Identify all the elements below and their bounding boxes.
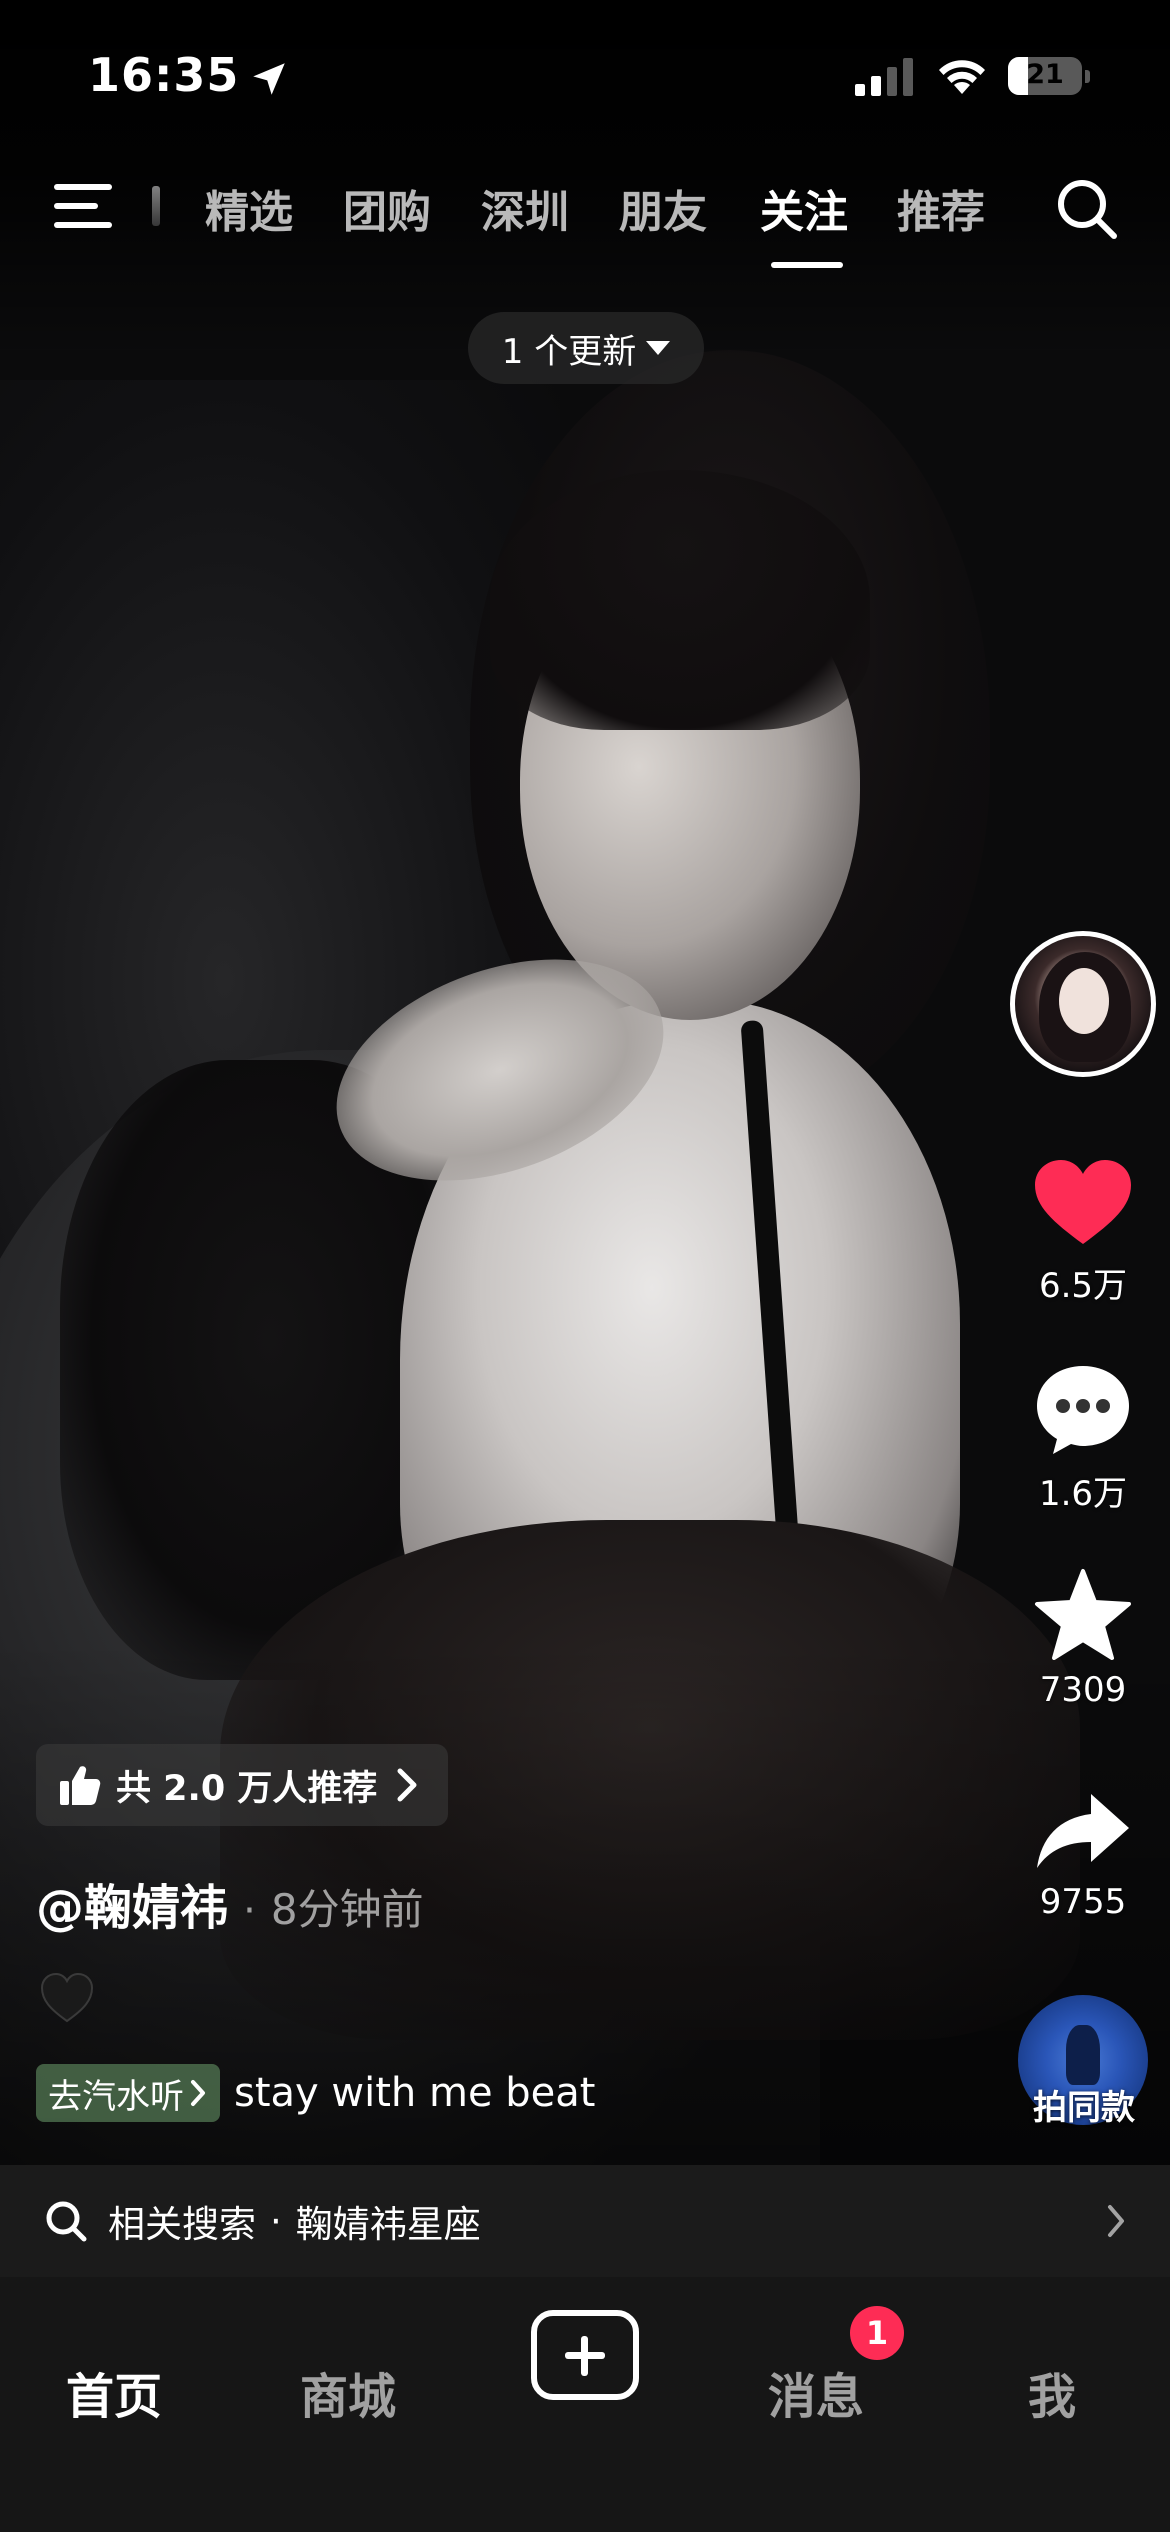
create-button[interactable] <box>531 2310 639 2400</box>
share-count: 9755 <box>1039 1882 1127 1922</box>
caret-down-icon <box>646 341 671 355</box>
post-time: 8分钟前 <box>270 1885 424 1934</box>
tab-home[interactable]: 首页 <box>66 2357 162 2427</box>
tab-featured[interactable]: 精选 <box>205 176 293 240</box>
share-button[interactable]: 9755 <box>1020 1790 1146 1922</box>
update-label: 1 个更新 <box>501 331 637 372</box>
author-line: @鞠婧祎 · 8分钟前 <box>36 1868 424 1938</box>
music-tag-label: 去汽水听 <box>48 2076 184 2117</box>
signal-icon <box>855 58 913 96</box>
comment-count: 1.6万 <box>1038 1474 1128 1514</box>
search-icon[interactable] <box>1054 176 1120 242</box>
chevron-right-icon <box>1108 2205 1124 2237</box>
related-search-separator: · <box>270 2199 282 2243</box>
recommend-pill[interactable]: 共 2.0 万人推荐 <box>36 1744 448 1826</box>
tab-recommended[interactable]: 推荐 <box>897 176 985 240</box>
favorite-count: 7309 <box>1039 1670 1127 1710</box>
tab-mall[interactable]: 商城 <box>300 2357 396 2427</box>
app-screen: 16:35 21 精选 团购 深圳 朋友 关注 推荐 1 个更新 6.5万 1.… <box>0 0 1170 2532</box>
black-heart-icon <box>40 1972 94 2023</box>
music-line: 去汽水听 stay with me beat <box>36 2064 595 2122</box>
author-name[interactable]: @鞠婧祎 <box>36 1880 228 1936</box>
chevron-right-icon <box>397 1768 417 1802</box>
active-tab-indicator <box>771 262 843 268</box>
comment-icon <box>1037 1366 1129 1454</box>
tab-friends[interactable]: 朋友 <box>619 176 707 240</box>
search-icon <box>46 2201 87 2242</box>
music-name[interactable]: stay with me beat <box>234 2070 595 2116</box>
same-style-label[interactable]: 拍同款 <box>1014 2080 1154 2129</box>
tab-following[interactable]: 关注 <box>760 176 848 240</box>
related-search-bar[interactable]: 相关搜索 · 鞠婧祎星座 <box>0 2165 1170 2277</box>
tab-shenzhen[interactable]: 深圳 <box>481 176 569 240</box>
chevron-right-icon <box>191 2080 205 2106</box>
like-button[interactable]: 6.5万 <box>1020 1158 1146 1307</box>
update-indicator-pill[interactable]: 1 个更新 <box>468 312 704 384</box>
messages-badge: 1 <box>850 2306 904 2360</box>
heart-icon <box>1035 1160 1131 1244</box>
author-separator: · <box>243 1888 256 1934</box>
music-app-tag[interactable]: 去汽水听 <box>36 2064 220 2122</box>
related-search-term: 鞠婧祎星座 <box>295 2203 481 2246</box>
related-search-label: 相关搜索 <box>108 2203 256 2246</box>
battery-level: 21 <box>1026 59 1064 90</box>
location-arrow-icon <box>253 63 285 95</box>
like-count: 6.5万 <box>1038 1266 1128 1306</box>
share-icon <box>1037 1794 1129 1868</box>
tab-scroll-fade <box>152 186 160 226</box>
comment-button[interactable]: 1.6万 <box>1020 1362 1146 1515</box>
battery-icon: 21 <box>1008 57 1092 97</box>
menu-icon[interactable] <box>52 180 114 232</box>
star-icon <box>1035 1569 1131 1660</box>
tab-messages[interactable]: 消息 <box>768 2357 864 2427</box>
tab-group-buy[interactable]: 团购 <box>343 176 431 240</box>
author-avatar[interactable] <box>1010 931 1156 1077</box>
recommend-label: 共 2.0 万人推荐 <box>116 1768 378 1809</box>
favorite-button[interactable]: 7309 <box>1020 1568 1146 1710</box>
status-time: 16:35 <box>88 48 240 102</box>
status-bar: 16:35 21 <box>0 0 1170 150</box>
thumbs-up-icon <box>60 1766 101 1805</box>
tab-me[interactable]: 我 <box>1028 2357 1076 2427</box>
video-bangs <box>490 470 870 730</box>
wifi-icon <box>939 60 985 94</box>
